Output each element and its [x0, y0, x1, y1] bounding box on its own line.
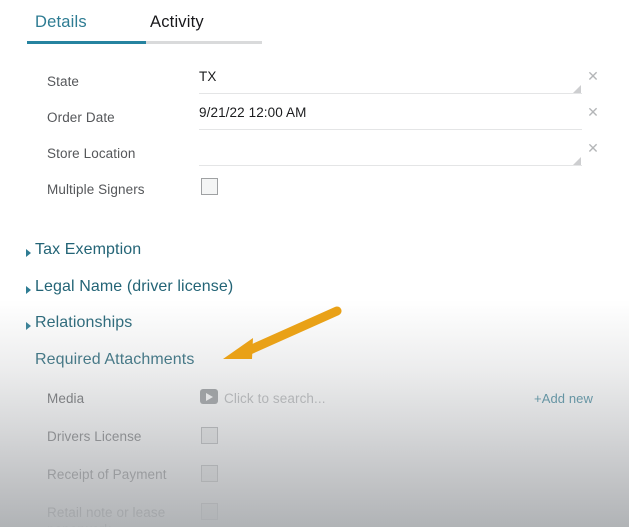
attachment-row-receipt-of-payment: Receipt of Payment [0, 456, 629, 494]
checkbox-multiple-signers[interactable] [201, 178, 218, 195]
value-state: TX [199, 69, 216, 84]
section-required-attachments[interactable]: Required Attachments [0, 346, 629, 383]
checkbox-drivers-license[interactable] [201, 427, 218, 444]
form-row-order-date: Order Date 9/21/22 12:00 AM ✕ [0, 98, 629, 134]
attachment-row-drivers-license: Drivers License [0, 418, 629, 456]
tab-activity[interactable]: Activity [150, 13, 204, 32]
section-title-tax-exemption: Tax Exemption [35, 241, 141, 259]
required-attachments-list: Media Click to search... +Add new Driver… [0, 380, 629, 527]
resize-handle-icon[interactable] [573, 157, 581, 165]
label-state: State [47, 74, 79, 89]
section-legal-name[interactable]: Legal Name (driver license) [0, 273, 629, 310]
play-icon[interactable] [200, 389, 218, 404]
field-order-date[interactable]: 9/21/22 12:00 AM [199, 103, 582, 130]
section-title-legal-name: Legal Name (driver license) [35, 278, 233, 296]
attachment-row-retail-note: Retail note or lease paperwork [0, 494, 629, 527]
tab-details-underline [27, 41, 146, 44]
tab-details[interactable]: Details [35, 13, 87, 32]
section-relationships[interactable]: Relationships [0, 309, 629, 346]
tab-activity-underline [146, 41, 262, 44]
field-state[interactable]: TX [199, 67, 582, 94]
chevron-right-icon [26, 286, 31, 294]
attachment-label-retail-note: Retail note or lease paperwork [47, 504, 192, 527]
underline-state [199, 93, 582, 94]
chevron-right-icon [26, 249, 31, 257]
label-order-date: Order Date [47, 110, 115, 125]
label-multiple-signers: Multiple Signers [47, 182, 145, 197]
checkbox-retail-note[interactable] [201, 503, 218, 520]
resize-handle-icon[interactable] [573, 85, 581, 93]
chevron-right-icon [26, 322, 31, 330]
clear-store-location-button[interactable]: ✕ [586, 141, 600, 155]
clear-order-date-button[interactable]: ✕ [586, 105, 600, 119]
label-store-location: Store Location [47, 146, 135, 161]
value-order-date: 9/21/22 12:00 AM [199, 105, 306, 120]
form-row-store-location: Store Location ✕ [0, 134, 629, 170]
section-title-relationships: Relationships [35, 314, 132, 332]
underline-order-date [199, 129, 582, 130]
section-title-required-attachments: Required Attachments [35, 351, 194, 369]
details-form: State TX ✕ Order Date 9/21/22 12:00 AM ✕… [0, 62, 629, 206]
details-panel: Details Activity State TX ✕ Order Date 9… [0, 0, 629, 527]
section-tax-exemption[interactable]: Tax Exemption [0, 236, 629, 273]
media-search-input[interactable]: Click to search... [224, 391, 326, 406]
tab-bar: Details Activity [0, 0, 629, 45]
attachment-label-receipt-of-payment: Receipt of Payment [47, 466, 192, 483]
underline-store-location [199, 165, 582, 166]
clear-state-button[interactable]: ✕ [586, 69, 600, 83]
attachment-label-drivers-license: Drivers License [47, 428, 192, 445]
add-new-link[interactable]: +Add new [534, 391, 593, 406]
section-list: Tax Exemption Legal Name (driver license… [0, 236, 629, 382]
field-store-location[interactable] [199, 139, 582, 166]
form-row-state: State TX ✕ [0, 62, 629, 98]
attachment-row-media: Media Click to search... +Add new [0, 380, 629, 418]
attachment-label-media: Media [47, 390, 192, 407]
form-row-multiple-signers: Multiple Signers [0, 170, 629, 206]
checkbox-receipt-of-payment[interactable] [201, 465, 218, 482]
